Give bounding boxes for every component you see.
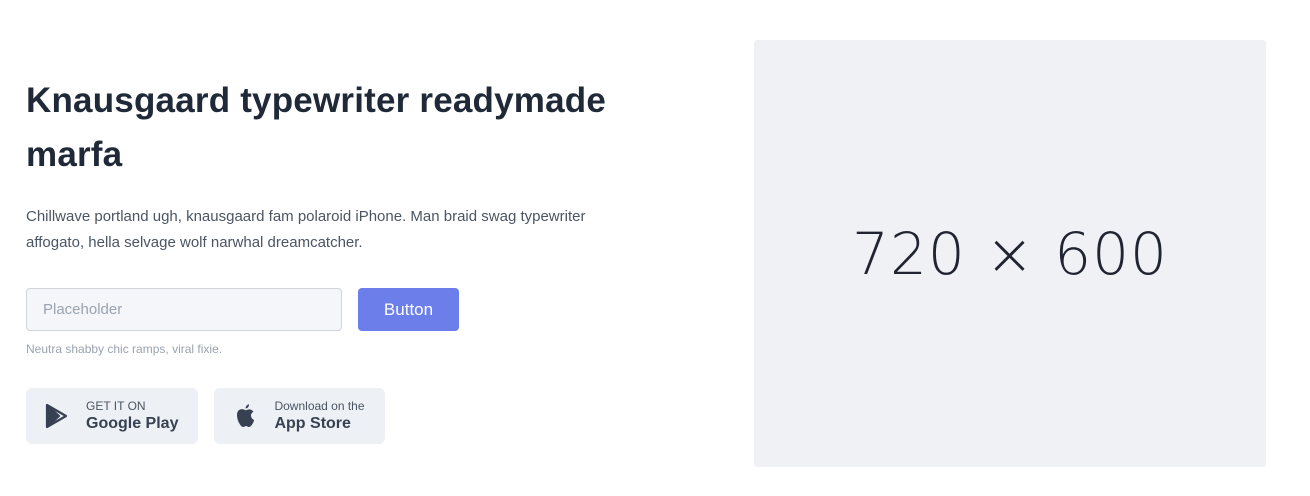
google-play-icon (44, 403, 70, 429)
hero-image-placeholder: 720 × 600 (754, 40, 1266, 467)
form-note: Neutra shabby chic ramps, viral fixie. (26, 342, 223, 356)
app-store-button[interactable]: Download on the App Store (214, 388, 385, 444)
app-store-caption: Download on the (274, 399, 365, 413)
google-play-caption: GET IT ON (86, 399, 146, 413)
google-play-label: Google Play (86, 415, 179, 432)
email-input[interactable] (26, 288, 342, 331)
hero-title: Knausgaard typewriter readymade marfa (26, 81, 607, 174)
submit-button[interactable]: Button (358, 288, 459, 331)
google-play-text: GET IT ON Google Play (86, 400, 178, 432)
hero-description: Chillwave portland ugh, knausgaard fam p… (26, 208, 586, 251)
app-store-text: Download on the App Store (274, 400, 364, 432)
apple-icon (232, 403, 258, 429)
page: Knausgaard typewriter readymade marfa Ch… (0, 0, 1310, 496)
app-store-label: App Store (274, 415, 351, 432)
image-dimensions-label: 720 × 600 (852, 219, 1168, 288)
store-buttons: GET IT ON Google Play Download on the Ap… (26, 388, 666, 444)
hero-content: Knausgaard typewriter readymade marfa Ch… (26, 74, 666, 444)
google-play-button[interactable]: GET IT ON Google Play (26, 388, 199, 444)
subscribe-form: Button (26, 288, 666, 331)
